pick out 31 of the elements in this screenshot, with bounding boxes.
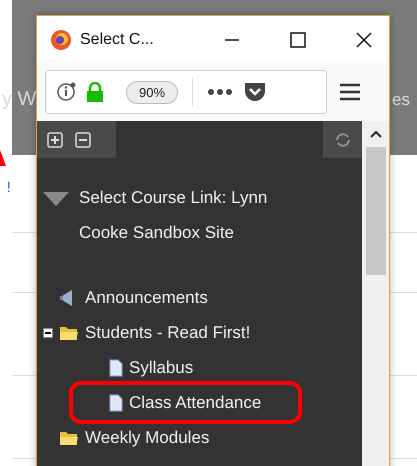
- more-icon[interactable]: [207, 88, 234, 96]
- header-text: es: [392, 90, 410, 110]
- scroll-up-icon[interactable]: [370, 129, 382, 139]
- shield-icon[interactable]: [243, 81, 268, 103]
- zoom-button[interactable]: 90%: [126, 80, 178, 104]
- course-title[interactable]: Select Course Link: Lynn Cooke Sandbox Site: [79, 180, 301, 250]
- page-icon: [109, 394, 123, 412]
- maximize-icon[interactable]: [289, 30, 307, 48]
- lock-icon[interactable]: [86, 82, 104, 102]
- refresh-icon[interactable]: [334, 130, 352, 148]
- tree-item[interactable]: Syllabus: [129, 358, 194, 378]
- collapse-all-icon[interactable]: [75, 132, 91, 148]
- collapse-icon[interactable]: [43, 328, 53, 338]
- menu-icon[interactable]: [339, 83, 361, 101]
- address-bar[interactable]: 90%: [45, 70, 327, 114]
- tree-item[interactable]: Class Attendance: [129, 392, 262, 412]
- expanded-triangle-icon[interactable]: [43, 192, 69, 206]
- tree-item[interactable]: Students - Read First!: [85, 322, 250, 342]
- scroll-thumb[interactable]: [366, 147, 386, 275]
- info-icon[interactable]: [56, 82, 76, 102]
- page-link[interactable]: !: [6, 180, 12, 196]
- tree-item[interactable]: Announcements: [85, 288, 208, 308]
- window-title: Select C...: [80, 30, 155, 48]
- arrow-icon: [0, 150, 6, 166]
- page-icon: [109, 358, 123, 376]
- tree-item[interactable]: Weekly Modules: [85, 428, 210, 448]
- folder-icon: [59, 324, 79, 340]
- browser-logo-icon: [50, 28, 72, 50]
- expand-all-icon[interactable]: [47, 132, 63, 148]
- close-icon[interactable]: [355, 30, 373, 48]
- folder-icon: [59, 430, 79, 446]
